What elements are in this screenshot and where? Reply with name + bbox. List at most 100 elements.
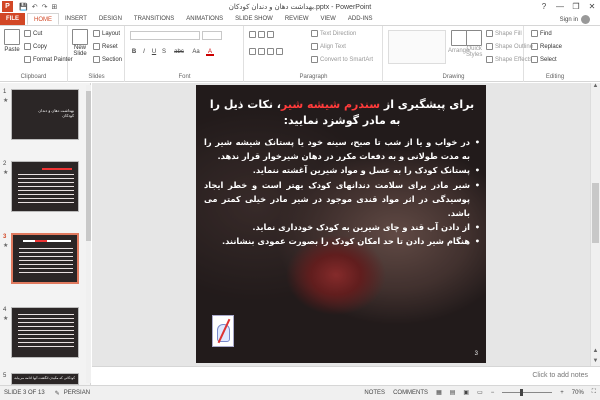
section-button[interactable]: Section <box>93 56 122 63</box>
tab-insert[interactable]: INSERT <box>59 13 93 25</box>
layout-button[interactable]: Layout <box>93 30 120 37</box>
comments-toggle[interactable]: COMMENTS <box>393 390 428 396</box>
notes-pane[interactable]: Click to add notes <box>92 366 600 385</box>
window-controls: ? — ❐ ✕ <box>536 0 600 13</box>
convert-smartart-button[interactable]: Convert to SmartArt <box>311 56 373 63</box>
tooth-logo <box>212 315 234 347</box>
strikethrough-button[interactable]: abc <box>172 48 186 56</box>
sign-in-label[interactable]: Sign in <box>560 17 578 23</box>
thumbnail-scrollbar[interactable] <box>86 85 91 383</box>
editing-group-label: Editing <box>545 74 565 80</box>
cut-button[interactable]: Cut <box>24 30 42 37</box>
convert-smartart-label: Convert to SmartArt <box>320 56 374 63</box>
slide-thumbnail-5[interactable]: کودکانی که مکیدن انگشت آنها ادامه می‌یاب… <box>11 373 79 385</box>
tab-review[interactable]: REVIEW <box>279 13 315 25</box>
font-size-combo[interactable] <box>202 31 222 40</box>
spell-check-icon[interactable]: ✎ <box>55 390 60 397</box>
slide-thumbnail-3[interactable] <box>11 233 79 284</box>
slide-bullet-list[interactable]: در خواب و یا از شب تا صبح، سینه خود یا پ… <box>204 135 480 249</box>
select-button[interactable]: Select <box>531 56 557 63</box>
text-direction-button[interactable]: Text Direction <box>311 30 356 37</box>
slide-thumbnail-1[interactable]: بهداشت دهان و دندان کودکان <box>11 89 79 140</box>
reset-label: Reset <box>102 43 118 50</box>
shapes-gallery[interactable] <box>388 30 446 64</box>
slide-content[interactable]: برای پیشگیری از سندرم شیشه شیر، نکات ذیل… <box>204 97 480 249</box>
slide-thumbnail-pane[interactable]: 1 ★ بهداشت دهان و دندان کودکان 2 ★ 3 ★ 4… <box>0 83 91 385</box>
tab-add-ins[interactable]: ADD-INS <box>342 13 379 25</box>
italic-button[interactable]: I <box>140 48 148 56</box>
align-buttons[interactable] <box>249 48 283 55</box>
font-name-combo[interactable] <box>130 31 200 40</box>
normal-view-icon[interactable]: ▦ <box>436 389 442 396</box>
find-button[interactable]: Find <box>531 30 552 37</box>
tab-transitions[interactable]: TRANSITIONS <box>128 13 180 25</box>
slide-show-icon[interactable]: ▭ <box>477 389 483 396</box>
slide-scrollbar[interactable]: ▲ ▲ ▼ <box>590 83 600 366</box>
paste-button[interactable]: Paste <box>4 29 20 53</box>
thumbnail-scrollbar-thumb[interactable] <box>86 91 91 241</box>
shadow-button[interactable]: S <box>160 48 168 56</box>
change-case-button[interactable]: Aa <box>190 48 202 56</box>
thumb-text-line <box>18 202 74 203</box>
tab-design[interactable]: DESIGN <box>93 13 128 25</box>
align-text-button[interactable]: Align Text <box>311 43 346 50</box>
replace-button[interactable]: Replace <box>531 43 562 50</box>
thumb-text-line <box>18 346 74 347</box>
quick-styles-button[interactable]: Quick Styles <box>466 30 482 58</box>
sign-in[interactable]: Sign in <box>560 15 590 24</box>
thumb-text-line <box>18 174 74 175</box>
language-indicator[interactable]: PERSIAN <box>64 390 90 396</box>
drawing-group-label: Drawing <box>442 74 465 80</box>
zoom-slider-knob[interactable] <box>520 389 524 396</box>
layout-label: Layout <box>102 30 121 37</box>
tab-slide-show[interactable]: SLIDE SHOW <box>229 13 279 25</box>
slide-title[interactable]: برای پیشگیری از سندرم شیشه شیر، نکات ذیل… <box>204 97 480 129</box>
slide-thumbnail-4[interactable] <box>11 307 79 358</box>
format-painter-button[interactable]: Format Painter <box>24 56 73 63</box>
new-slide-icon <box>72 29 88 45</box>
minimize-button[interactable]: — <box>552 0 568 13</box>
zoom-level[interactable]: 70% <box>572 390 584 396</box>
tab-view[interactable]: VIEW <box>315 13 342 25</box>
tab-home[interactable]: HOME <box>27 13 59 25</box>
shape-fill-button[interactable]: Shape Fill <box>486 30 522 37</box>
copy-button[interactable]: Copy <box>24 43 47 50</box>
layout-icon <box>93 30 100 37</box>
restore-button[interactable]: ❐ <box>568 0 584 13</box>
scroll-up-icon[interactable]: ▲ <box>591 83 600 91</box>
bullets-button[interactable] <box>249 31 274 38</box>
thumb-5-text: کودکانی که مکیدن انگشت آنها ادامه می‌یاب… <box>13 376 75 380</box>
slide-thumbnail-2[interactable] <box>11 161 79 212</box>
zoom-slider[interactable] <box>502 389 553 396</box>
slide-editing-area[interactable]: برای پیشگیری از سندرم شیشه شیر، نکات ذیل… <box>92 83 590 366</box>
thumb-text-line <box>18 186 74 187</box>
reading-view-icon[interactable]: ▣ <box>463 389 469 396</box>
thumb-text-line <box>18 198 74 199</box>
slide-number-5: 5 <box>3 373 7 379</box>
new-slide-button[interactable]: New Slide <box>72 29 88 57</box>
bold-button[interactable]: B <box>130 48 138 56</box>
close-button[interactable]: ✕ <box>584 0 600 13</box>
bullet-item: هنگام شیر دادن تا حد امکان کودک را بصورت… <box>204 234 480 248</box>
tab-file[interactable]: FILE <box>0 13 25 25</box>
format-painter-icon <box>24 56 31 63</box>
animation-star-icon: ★ <box>3 316 9 322</box>
tab-animations[interactable]: ANIMATIONS <box>180 13 229 25</box>
avatar[interactable] <box>581 15 590 24</box>
current-slide[interactable]: برای پیشگیری از سندرم شیشه شیر، نکات ذیل… <box>196 85 486 363</box>
notes-placeholder[interactable]: Click to add notes <box>532 372 588 379</box>
notes-toggle[interactable]: NOTES <box>364 390 385 396</box>
align-right-icon <box>267 48 274 55</box>
fit-slide-icon[interactable]: ⛶ <box>592 389 596 396</box>
zoom-in-icon[interactable]: + <box>560 390 564 396</box>
slide-sorter-icon[interactable]: ▤ <box>450 389 456 396</box>
zoom-out-icon[interactable]: − <box>491 390 495 396</box>
help-button[interactable]: ? <box>536 0 552 13</box>
next-slide-icon[interactable]: ▼ <box>591 358 600 366</box>
reset-button[interactable]: Reset <box>93 43 118 50</box>
indent-icon <box>267 31 274 38</box>
font-color-button[interactable]: A <box>206 48 214 56</box>
previous-slide-icon[interactable]: ▲ <box>591 348 600 356</box>
underline-button[interactable]: U <box>150 48 158 56</box>
slide-scrollbar-thumb[interactable] <box>592 183 599 243</box>
